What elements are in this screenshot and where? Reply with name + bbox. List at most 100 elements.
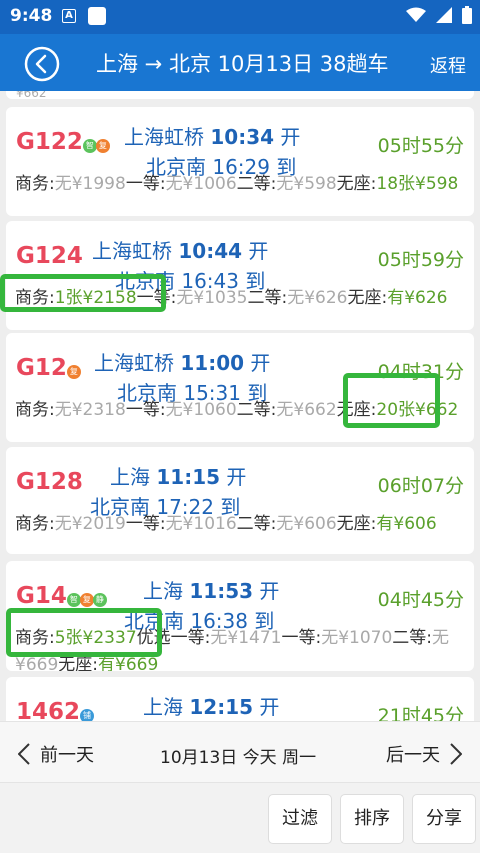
depart-station: 上海 [110, 465, 150, 489]
train-card[interactable]: G124 上海虹桥 10:44 开北京南 16:43 到 05时59分 商务:1张¥2… [6, 221, 474, 330]
depart-station: 上海虹桥 [124, 125, 204, 149]
seat-class-label: 商务: [15, 514, 55, 534]
train-number-text: G122 [16, 129, 83, 155]
train-card[interactable]: G128 上海 11:15 开北京南 17:22 到 06时07分 商务:无¥2019… [6, 447, 474, 554]
depart-station: 上海虹桥 [94, 351, 174, 375]
previous-day-button[interactable]: 前一天 [18, 741, 94, 767]
seat-class-label: 商务: [15, 400, 55, 420]
train-number: G14 智复静 [16, 583, 107, 609]
today-text: 今天 [242, 748, 277, 768]
seat-class-label: 无座: [336, 400, 377, 420]
depart-time: 11:15 [156, 465, 221, 489]
current-date[interactable]: 10月13日 今天 周一 [160, 743, 316, 768]
train-badges: 智复 [82, 131, 110, 153]
status-time: 9:48 [10, 6, 53, 26]
depart-time: 11:00 [180, 351, 245, 375]
seat-class-label: 优选一等: [136, 628, 211, 648]
train-number: G12 复 [16, 355, 81, 381]
seat-class-label: 商务: [15, 288, 55, 308]
depart-time: 11:53 [189, 579, 254, 603]
seat-prices: 商务:无¥2019一等:无¥1016二等:无¥606无座:有¥606 [15, 511, 465, 538]
seat-class-label: 无座: [336, 174, 377, 194]
train-list[interactable]: ¥662 G122 智复上海虹桥 10:34 开北京南 16:29 到 05时55分… [0, 91, 480, 721]
depart-row: 上海虹桥 10:44 开 [92, 235, 268, 264]
train-badges: 铺 [80, 701, 95, 721]
train-feature-badge: 智 [66, 593, 81, 607]
seat-prices: 商务:无¥2318一等:无¥1060二等:无¥662无座:20张¥662 [15, 397, 465, 424]
train-feature-badge: 铺 [80, 709, 95, 721]
back-arrow-icon [24, 46, 60, 82]
travel-duration: 05时59分 [377, 249, 464, 271]
notification-a-icon: A [62, 9, 76, 23]
train-number-text: G14 [16, 583, 67, 609]
page-title: 上海 → 北京 10月13日 38趟车 [96, 52, 389, 76]
train-number-text: G128 [16, 469, 83, 495]
depart-time: 10:44 [178, 239, 243, 263]
seat-class-value: 无¥662 [276, 400, 337, 420]
seat-class-label: 一等: [136, 288, 177, 308]
seat-class-value: 无¥626 [287, 288, 348, 308]
share-button[interactable]: 分享 [412, 794, 476, 844]
status-bar: 9:48 A [0, 0, 480, 34]
seat-class-label: 一等: [125, 514, 166, 534]
seat-class-label: 无座: [336, 514, 377, 534]
bottom-toolbar: 过滤 排序 分享 [0, 783, 480, 853]
depart-station: 上海 [143, 695, 183, 719]
train-card[interactable]: G12 复上海虹桥 11:00 开北京南 15:31 到 04时31分 商务:无¥23… [6, 333, 474, 442]
seat-class-value: 1张¥2158 [54, 288, 137, 308]
previous-card-peek: ¥662 [6, 91, 474, 99]
train-feature-badge: 复 [95, 139, 110, 153]
return-trip-button[interactable]: 返程 [430, 52, 466, 78]
train-card[interactable]: 1462铺上海 12:15 开北京南 10:00 到21时45分 [6, 677, 474, 721]
train-card[interactable]: G14 智复静上海 11:53 开北京南 16:38 到 04时45分 商务:5张¥2… [6, 561, 474, 671]
seat-class-label: 二等: [247, 288, 288, 308]
depart-row: 上海虹桥 11:00 开 [94, 347, 270, 376]
back-button[interactable] [24, 46, 60, 82]
seat-class-value: 20张¥662 [376, 400, 459, 420]
chevron-left-icon [18, 743, 30, 765]
seat-class-value: 18张¥598 [376, 174, 459, 194]
travel-duration: 05时55分 [377, 135, 464, 157]
seat-prices: 商务:5张¥2337优选一等:无¥1471一等:无¥1070二等:无¥669无座… [15, 625, 465, 671]
date-text: 10月13日 [160, 748, 238, 768]
seat-class-value: 无¥1471 [210, 628, 282, 648]
seat-class-value: 无¥2019 [54, 514, 126, 534]
seat-class-value: 无¥1016 [165, 514, 237, 534]
depart-suffix: 开 [226, 465, 247, 489]
train-card[interactable]: G122 智复上海虹桥 10:34 开北京南 16:29 到 05时55分 商务:无¥… [6, 107, 474, 216]
depart-station: 上海虹桥 [92, 239, 172, 263]
train-number: G122 智复 [16, 129, 110, 155]
seat-class-label: 无座: [58, 655, 98, 671]
depart-row: 上海 11:53 开 [143, 575, 279, 604]
train-number-text: 1462 [16, 699, 81, 721]
seat-class-value: 无¥1998 [54, 174, 126, 194]
seat-class-value: 5张¥2337 [54, 628, 137, 648]
seat-class-value: 无¥2318 [54, 400, 126, 420]
seat-class-label: 二等: [236, 174, 277, 194]
seat-class-label: 二等: [392, 628, 433, 648]
next-day-label: 后一天 [386, 745, 440, 766]
sort-button[interactable]: 排序 [340, 794, 404, 844]
travel-duration: 04时31分 [377, 361, 464, 383]
depart-suffix: 开 [250, 351, 271, 375]
chevron-right-icon [450, 743, 462, 765]
next-day-button[interactable]: 后一天 [386, 741, 462, 767]
seat-class-label: 一等: [125, 400, 166, 420]
filter-button[interactable]: 过滤 [268, 794, 332, 844]
date-bar: 前一天 10月13日 今天 周一 后一天 [0, 721, 480, 783]
seat-prices: 商务:1张¥2158一等:无¥1035二等:无¥626无座:有¥626 [15, 285, 465, 312]
seat-class-value: 无¥1070 [321, 628, 393, 648]
depart-time: 12:15 [189, 695, 254, 719]
train-number: G128 [16, 469, 83, 495]
weekday-text: 周一 [282, 748, 317, 768]
travel-duration: 04时45分 [377, 589, 464, 611]
depart-suffix: 开 [259, 579, 280, 603]
seat-class-value: 无¥1035 [176, 288, 248, 308]
train-number-text: G124 [16, 243, 83, 269]
signal-icon [436, 7, 452, 27]
previous-day-label: 前一天 [40, 745, 94, 766]
seat-class-label: 二等: [236, 514, 277, 534]
train-badges: 智复静 [66, 585, 107, 607]
train-number-text: G12 [16, 355, 67, 381]
app-bar: 上海 → 北京 10月13日 38趟车 返程 [0, 34, 480, 91]
